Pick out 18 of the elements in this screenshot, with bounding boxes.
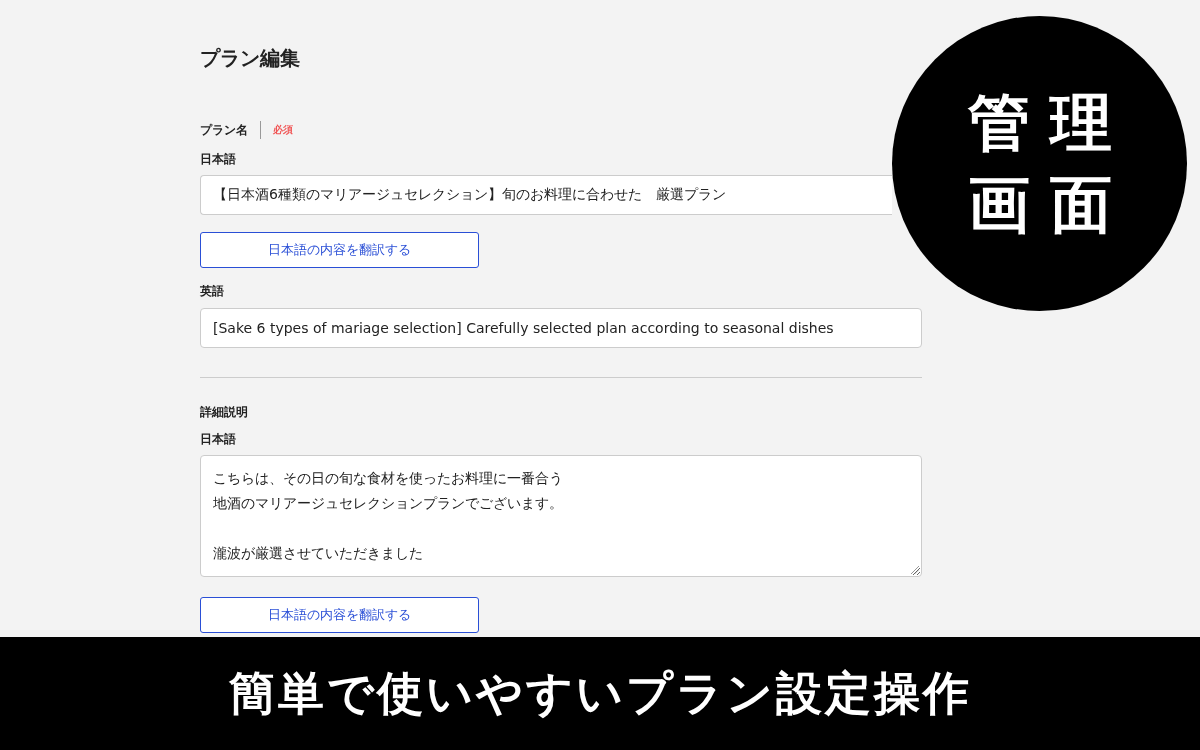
field-label: 詳細説明 <box>200 404 248 420</box>
text-line: 瀧波が厳選させていただきました <box>213 544 423 563</box>
text-line: こちらは、その日の旬な食材を使ったお料理に一番合う <box>213 469 563 488</box>
banner-text: 簡単で使いやすいプラン設定操作 <box>228 664 972 722</box>
translate-button[interactable]: 日本語の内容を翻訳する <box>200 232 479 268</box>
translate-button[interactable]: 日本語の内容を翻訳する <box>200 597 479 633</box>
field-label: 日本語 <box>200 431 236 447</box>
input-field[interactable]: 【日本酒6種類のマリアージュセレクション】旬のお料理に合わせた 厳選プラン <box>200 175 892 215</box>
field-label: 英語 <box>200 283 224 299</box>
required-label: 必須 <box>273 123 293 137</box>
text-area[interactable]: こちらは、その日の旬な食材を使ったお料理に一番合う 地酒のマリアージュセレクションプランでございます。 瀧波が厳選させていただきました <box>200 455 922 577</box>
field-label: 日本語 <box>200 151 236 167</box>
page-title: プラン編集 <box>200 45 300 72</box>
input-field[interactable]: [Sake 6 types of mariage selection] Carefully selected plan according to seasonal dishes <box>200 308 922 348</box>
badge-text: 管理 <box>966 85 1132 160</box>
field-label: プラン名 <box>200 122 248 138</box>
badge-text: 画面 <box>966 167 1132 242</box>
text-line: 地酒のマリアージュセレクションプランでございます。 <box>213 494 563 513</box>
